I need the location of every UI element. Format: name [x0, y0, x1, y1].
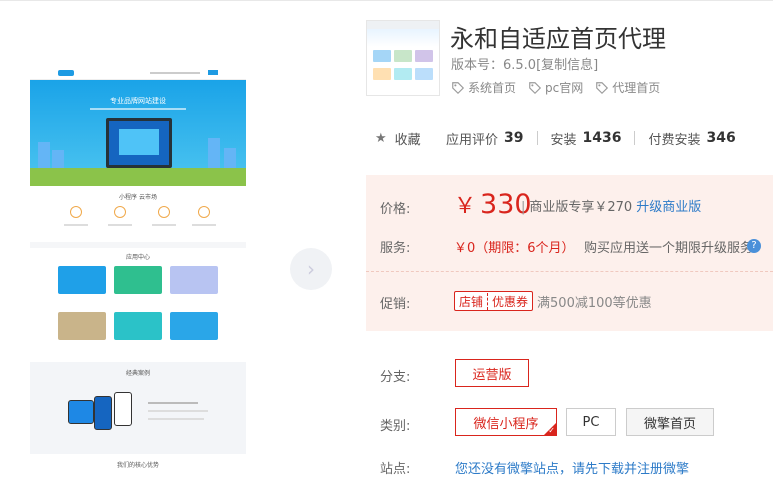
paid-install-stat: 付费安装 346: [648, 130, 736, 148]
app-title: 永和自适应首页代理: [450, 25, 666, 53]
help-icon[interactable]: ?: [747, 239, 761, 253]
category-option-wechat-miniprogram[interactable]: 微信小程序 ✓: [455, 408, 557, 436]
app-thumbnail: [366, 20, 440, 96]
category-label: 类别:: [380, 419, 411, 434]
business-price: | 商业版专享￥270 升级商业版: [521, 200, 702, 215]
favorite-button[interactable]: ★ 收藏: [366, 129, 446, 148]
service-label: 服务:: [380, 241, 411, 256]
chevron-right-icon: ›: [307, 257, 315, 281]
tag-item[interactable]: 系统首页: [451, 79, 516, 96]
preview-section-cases: 经典案例: [30, 362, 246, 454]
tag-icon: [596, 81, 609, 94]
site-label: 站点:: [380, 462, 411, 477]
preview-section-apps: 应用中心: [30, 242, 246, 362]
register-site-link[interactable]: 您还没有微擎站点，请先下载并注册微擎: [455, 458, 689, 477]
price-label: 价格:: [380, 202, 411, 217]
install-stat: 安装 1436: [550, 130, 622, 148]
promotion: 店铺 优惠券 满500减100等优惠: [454, 291, 652, 311]
category-option-weiqing-home[interactable]: 微擎首页: [626, 408, 714, 436]
branch-label: 分支:: [380, 370, 411, 385]
preview-hero: 专业品牌网站建设: [30, 80, 246, 186]
carousel-next-button[interactable]: ›: [290, 248, 332, 290]
top-divider: [0, 0, 773, 1]
service-value: ￥0（期限：6个月）: [454, 241, 575, 256]
preview-nav: [30, 66, 246, 80]
app-preview-image: 专业品牌网站建设 小程序 云市场 应用中心 经典案例 我们的核心优势: [30, 66, 246, 482]
tag-item[interactable]: 代理首页: [595, 79, 660, 96]
rating-stat[interactable]: 应用评价 39: [446, 129, 524, 148]
preview-monitor: [106, 118, 172, 168]
preview-hero-title: 专业品牌网站建设: [110, 97, 166, 105]
category-option-pc[interactable]: PC: [566, 408, 616, 436]
price-value: ￥ 330: [454, 189, 532, 220]
upgrade-business-link[interactable]: 升级商业版: [636, 200, 701, 215]
pricing-panel: 价格: ￥ 330 | 商业版专享￥270 升级商业版 服务: ￥0（期限：6个月） …: [366, 175, 773, 331]
stats-bar: ★ 收藏 应用评价 39 安装 1436 付费安装 346: [366, 128, 766, 148]
version-label: 版本号：6.5.0: [451, 58, 537, 73]
service-description: 购买应用送一个期限升级服务: [584, 241, 754, 256]
tag-item[interactable]: pc官网: [528, 79, 583, 96]
version-info: 版本号：6.5.0[复制信息]: [451, 54, 598, 73]
tag-icon: [452, 81, 465, 94]
copy-info-link[interactable]: [复制信息]: [536, 58, 598, 73]
tag-list: 系统首页 pc官网 代理首页: [451, 79, 660, 96]
tag-icon: [529, 81, 542, 94]
preview-logo: [58, 70, 74, 76]
preview-section-features: 小程序 云市场: [30, 186, 246, 242]
coupon-badge[interactable]: 店铺 优惠券: [454, 291, 534, 311]
check-icon: ✓: [548, 426, 555, 435]
promo-label: 促销:: [380, 297, 411, 312]
branch-option-operating[interactable]: 运营版: [455, 359, 529, 387]
star-icon: ★: [375, 130, 387, 146]
